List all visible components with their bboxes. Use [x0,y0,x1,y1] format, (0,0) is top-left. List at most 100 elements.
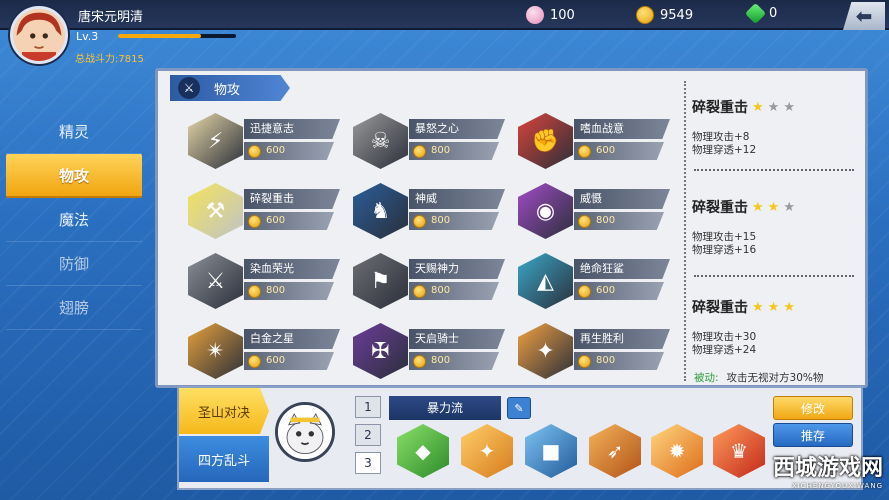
coin-icon [413,355,426,368]
skill-name: 嗜血战意 [574,119,670,139]
equipped-skill-3[interactable]: ■ [525,424,577,478]
build-slot-2[interactable]: 2 [355,424,381,446]
skill-card[interactable]: ⚒ 碎裂重击 600 [188,181,343,241]
info-divider [684,81,686,381]
build-slot-1[interactable]: 1 [355,396,381,418]
equipped-skill-2[interactable]: ✦ [461,424,513,478]
star-icon: ★ [752,99,764,115]
skill-card[interactable]: ⚡ 迅捷意志 600 [188,111,343,171]
menu-item-magic[interactable]: 魔法 [6,198,142,242]
detail-title: 碎裂重击 [692,100,748,116]
wing-icon: ✦ [478,439,496,463]
hammer-icon: ⚒ [188,183,243,239]
passive-text: 被动: 攻击无视对方30%物 [694,370,823,385]
player-name: 唐宋元明清 [78,10,144,25]
fist-icon: ✊ [518,113,573,169]
skill-card[interactable]: ☠ 暴怒之心 800 [353,111,508,171]
watermark: 西城游戏网 XICHENGYOUXIWANG [723,450,883,496]
skill-card[interactable]: ◭ 绝命狂鲨 600 [518,251,673,311]
skill-card[interactable]: ✊ 嗜血战意 600 [518,111,673,171]
wing-icon: ✦ [518,323,573,379]
menu-item-defense[interactable]: 防御 [6,242,142,286]
skill-name: 天启骑士 [409,329,505,349]
coin-resource[interactable]: 9549 [636,6,693,24]
gem-resource[interactable]: 0 [744,2,777,25]
skill-card[interactable]: ♞ 神威 800 [353,181,508,241]
skill-name: 绝命狂鲨 [574,259,670,279]
equipped-skill-4[interactable]: ➶ [589,424,641,478]
panel-header-label: 物攻 [214,82,241,98]
skill-card[interactable]: ✴ 白金之星 600 [188,321,343,381]
skill-card[interactable]: ◉ 威慑 800 [518,181,673,241]
coin-icon [578,215,591,228]
skill-name: 碎裂重击 [244,189,340,209]
avatar-portrait-icon [13,9,65,61]
detail-line: 物理穿透+24 [692,344,757,356]
player-level: Lv.3 [76,30,99,43]
shark-icon: ◭ [518,253,573,309]
pearl-resource[interactable]: 100 [526,6,575,24]
mace-icon: ⚑ [353,253,408,309]
coin-icon [578,355,591,368]
detail-level-2: 碎裂重击 ★ ★ ★ 物理攻击+15 物理穿透+16 [692,197,862,257]
save-button[interactable]: 推存 [773,423,853,447]
pet-portrait[interactable] [275,402,335,462]
skill-name: 威慑 [574,189,670,209]
menu-item-wings[interactable]: 翅膀 [6,286,142,330]
coin-count: 9549 [660,7,694,23]
coin-icon [248,285,261,298]
claw-icon: ⚡ [188,113,243,169]
build-slot-3[interactable]: 3 [355,452,381,474]
attack-category-icon: ⚔ [178,77,200,99]
tab-four-way-brawl[interactable]: 四方乱斗 [179,436,269,482]
skill-card[interactable]: ✠ 天启骑士 800 [353,321,508,381]
passive-label: 被动: [694,372,719,384]
skill-card[interactable]: ⚔ 染血荣光 800 [188,251,343,311]
warrior-icon: ♞ [353,183,408,239]
skill-name: 暴怒之心 [409,119,505,139]
xp-bar-fill [118,34,201,38]
coin-icon [578,285,591,298]
category-menu: 精灵 物攻 魔法 防御 翅膀 [0,110,148,330]
menu-item-spirit[interactable]: 精灵 [6,110,142,154]
sword-icon: ⚔ [188,253,243,309]
star-icon: ★ [767,299,780,315]
tab-mountain-duel[interactable]: 圣山对决 [179,388,269,434]
blue-cube-icon: ■ [541,439,561,463]
green-gem-icon: ◆ [415,439,431,463]
skill-name: 再生胜利 [574,329,670,349]
skill-name: 迅捷意志 [244,119,340,139]
arrow-icon: ➶ [606,439,624,463]
edit-name-button[interactable]: ✎ [507,397,531,419]
panel-header: ⚔ 物攻 [170,75,290,101]
coin-icon [636,6,654,24]
menu-item-physical-attack[interactable]: 物攻 [6,154,142,198]
coin-icon [248,215,261,228]
detail-title: 碎裂重击 [692,200,748,216]
coin-icon [248,145,261,158]
blade-icon: ✴ [188,323,243,379]
xp-bar [118,34,236,38]
detail-line: 物理穿透+16 [692,244,757,256]
edit-button[interactable]: 修改 [773,396,853,420]
equipped-skill-5[interactable]: ✹ [651,424,703,478]
pearl-count: 100 [550,7,575,23]
detail-line: 物理攻击+8 [692,131,750,143]
star-icon: ★ [783,299,795,315]
back-arrow-icon: ⬅ [855,4,873,28]
equipped-skill-1[interactable]: ◆ [397,424,449,478]
star-icon: ★ [783,99,795,115]
beast-icon: ☠ [353,113,408,169]
skill-card[interactable]: ⚑ 天赐神力 800 [353,251,508,311]
pencil-icon: ✎ [514,401,524,415]
total-power: 总战斗力:7815 [75,54,144,65]
watermark-sub: XICHENGYOUXIWANG [791,482,883,490]
skill-name: 天赐神力 [409,259,505,279]
watermark-logo: 西城游戏网 [772,456,883,481]
detail-level-1: 碎裂重击 ★ ★ ★ 物理攻击+8 物理穿透+12 [692,97,862,157]
tiger-icon: ✹ [668,439,686,463]
player-avatar[interactable] [10,6,68,64]
star-icon: ★ [767,99,780,115]
star-icon: ★ [767,199,780,215]
skill-card[interactable]: ✦ 再生胜利 800 [518,321,673,381]
